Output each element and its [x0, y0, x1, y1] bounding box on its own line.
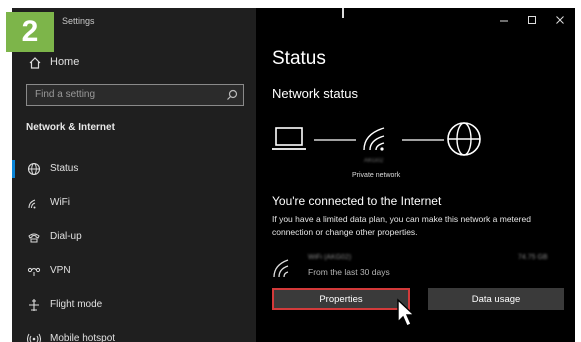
vpn-icon	[27, 267, 41, 276]
wifi-signal-icon	[363, 127, 385, 151]
selected-indicator	[12, 160, 15, 178]
wifi-icon	[28, 199, 36, 209]
text-cursor	[342, 8, 344, 18]
home-link[interactable]: Home	[50, 56, 79, 68]
sidebar-item-vpn[interactable]: VPN	[12, 256, 256, 286]
search-input[interactable]: Find a setting	[26, 84, 244, 106]
sidebar-item-wifi[interactable]: WiFi	[12, 188, 256, 218]
connection-heading: You're connected to the Internet	[272, 194, 442, 208]
connection-name: WiFi (AKG02)	[308, 254, 352, 261]
section-title: Network & Internet	[26, 122, 115, 133]
minimize-icon[interactable]	[496, 12, 512, 28]
main-panel: Status Network status AKG02 Private netw	[256, 8, 575, 342]
step-badge: 2	[6, 12, 54, 52]
network-status-heading: Network status	[272, 86, 358, 101]
search-icon[interactable]	[226, 89, 238, 101]
sidebar-item-dial-up[interactable]: Dial-up	[12, 222, 256, 252]
wifi-connection-icon	[273, 259, 289, 278]
sidebar-item-label: Status	[50, 163, 79, 174]
properties-button[interactable]: Properties	[272, 288, 410, 310]
network-diagram	[272, 122, 481, 156]
globe-status-icon	[27, 162, 41, 176]
sidebar-item-status[interactable]: Status	[12, 154, 256, 184]
sidebar-item-label: Mobile hotspot	[50, 333, 116, 342]
close-icon[interactable]	[552, 12, 568, 28]
page-title: Status	[272, 48, 326, 69]
maximize-icon[interactable]	[524, 12, 540, 28]
usage-period: From the last 30 days	[308, 267, 390, 277]
settings-window: Settings Home Find a setting Network & I…	[12, 8, 575, 342]
globe-icon	[447, 122, 481, 156]
sidebar-item-flight-mode[interactable]: Flight mode	[12, 290, 256, 320]
sidebar-item-label: WiFi	[50, 197, 70, 208]
phone-icon	[28, 233, 40, 243]
search-placeholder: Find a setting	[35, 89, 96, 100]
network-name: AKG02	[364, 158, 384, 164]
app-title: Settings	[62, 16, 95, 26]
sidebar-item-label: Flight mode	[50, 299, 103, 310]
sidebar-item-mobile-hotspot[interactable]: Mobile hotspot	[12, 324, 256, 342]
hotspot-icon	[27, 333, 41, 342]
airplane-icon	[29, 299, 39, 311]
network-type-label: Private network	[352, 172, 401, 179]
home-icon	[29, 57, 41, 69]
sidebar-item-label: Dial-up	[50, 231, 82, 242]
sidebar-item-label: VPN	[50, 265, 71, 276]
connection-description: If you have a limited data plan, you can…	[272, 214, 531, 237]
sidebar: Settings Home Find a setting Network & I…	[12, 8, 256, 342]
data-usage-button[interactable]: Data usage	[428, 288, 564, 310]
mouse-pointer-icon	[397, 298, 416, 327]
laptop-icon	[272, 127, 306, 150]
data-usage-amount: 74.75 GB	[518, 254, 548, 261]
